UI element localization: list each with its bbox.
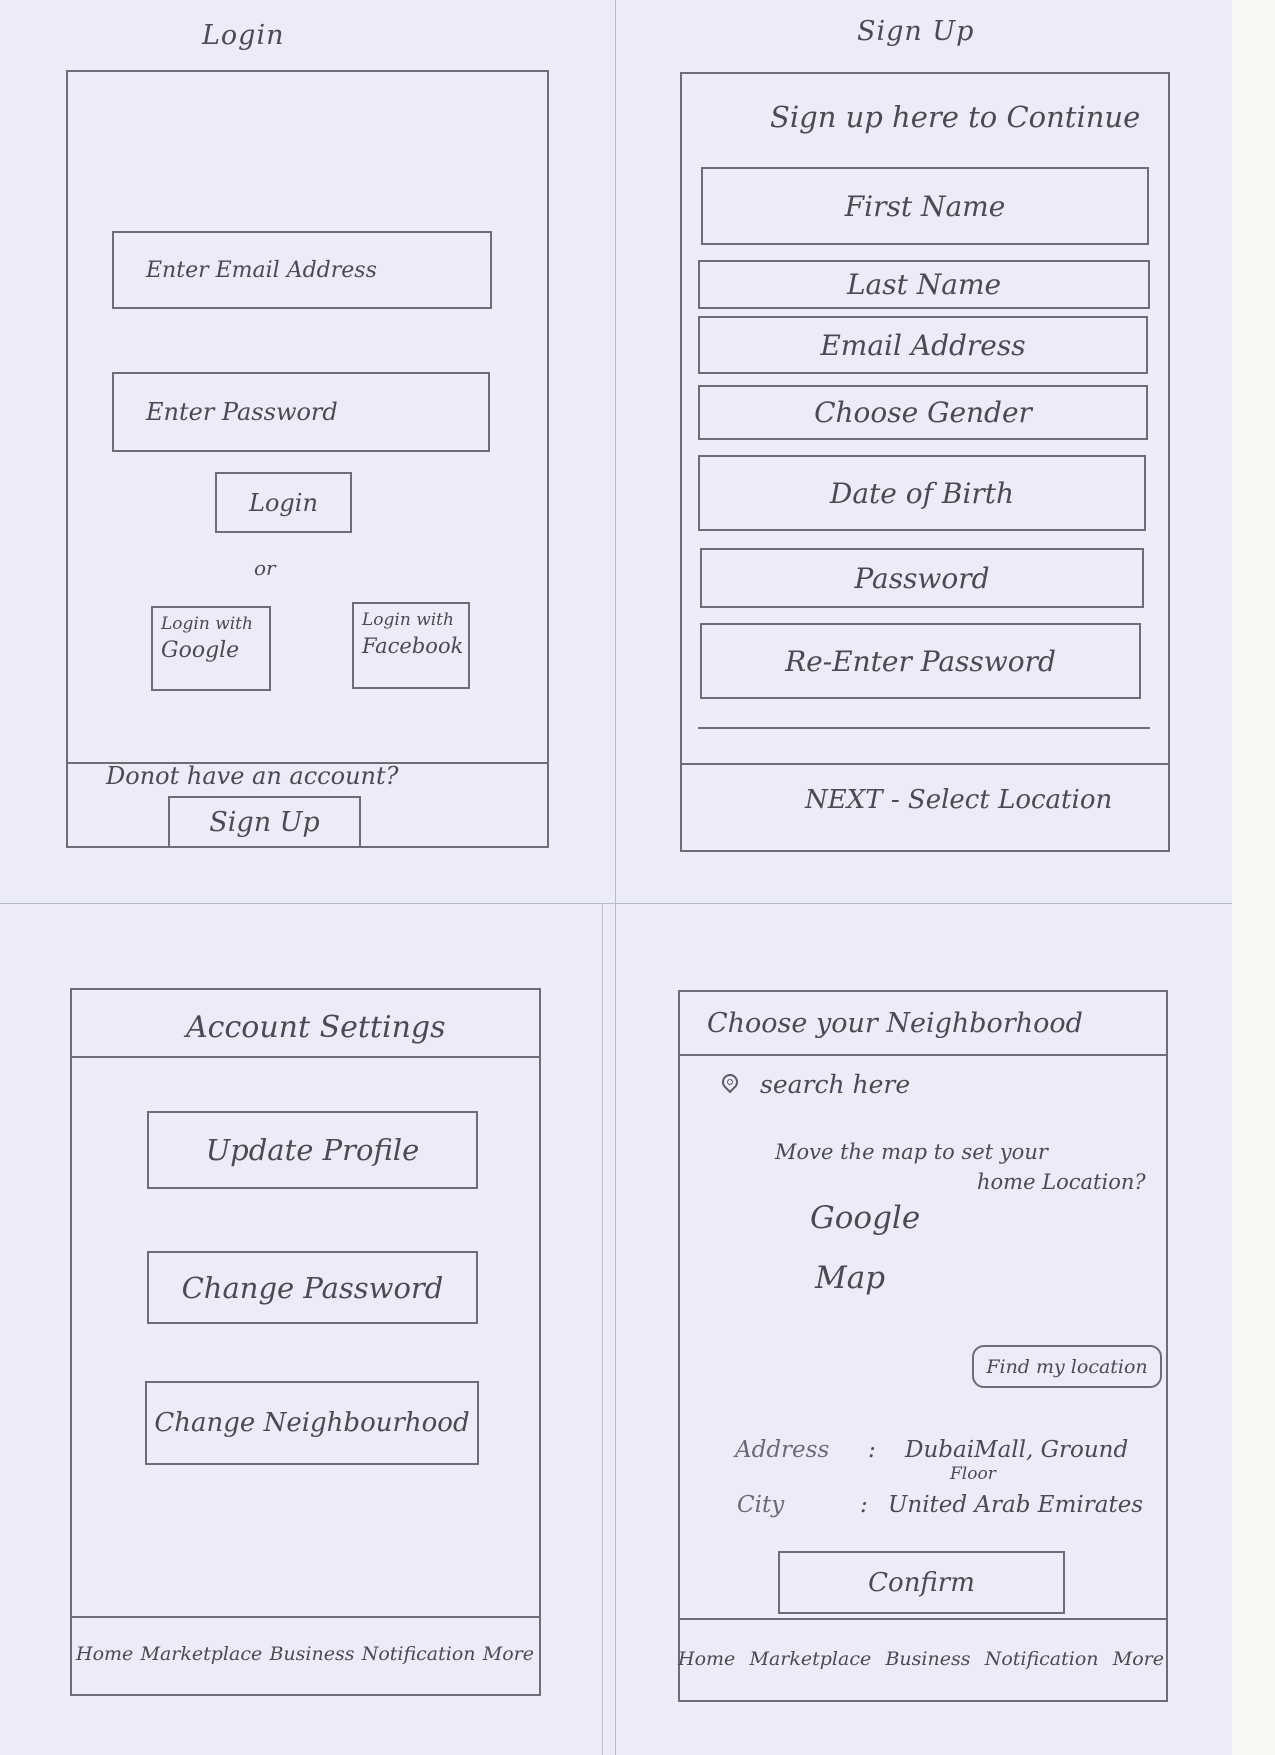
- paper-edge: [1232, 0, 1275, 1755]
- update-profile-button[interactable]: Update Profile: [147, 1111, 478, 1189]
- confirm-button[interactable]: Confirm: [778, 1551, 1065, 1614]
- find-my-location-button[interactable]: Find my location: [972, 1345, 1162, 1388]
- nav-business[interactable]: Business: [885, 1648, 970, 1670]
- signup-screen-title: Sign Up: [857, 16, 975, 47]
- or-divider: or: [254, 556, 276, 580]
- first-name-field[interactable]: First Name: [701, 167, 1149, 245]
- reenter-password-field[interactable]: Re-Enter Password: [700, 623, 1141, 699]
- account-header-divider: [70, 1056, 541, 1058]
- address-separator: :: [868, 1437, 876, 1463]
- nav-home[interactable]: Home: [678, 1648, 735, 1670]
- email-field[interactable]: Enter Email Address: [112, 231, 492, 309]
- no-account-text: Donot have an account?: [106, 762, 399, 790]
- login-button[interactable]: Login: [215, 472, 352, 533]
- date-of-birth-field[interactable]: Date of Birth: [698, 455, 1146, 531]
- nav-home[interactable]: Home: [76, 1643, 133, 1665]
- gender-select[interactable]: Choose Gender: [698, 385, 1148, 440]
- map-hint-line2: home Location?: [977, 1170, 1146, 1194]
- next-select-location-button[interactable]: NEXT - Select Location: [805, 785, 1112, 815]
- fold-line-vertical: [615, 0, 616, 1755]
- map-label-line2: Map: [815, 1260, 886, 1296]
- city-separator: :: [860, 1492, 868, 1518]
- address-value-line1: DubaiMall, Ground: [905, 1437, 1129, 1463]
- signup-password-field[interactable]: Password: [700, 548, 1144, 608]
- city-label: City: [737, 1492, 785, 1518]
- neighborhood-header-divider: [678, 1054, 1168, 1056]
- search-input[interactable]: search here: [760, 1070, 910, 1099]
- signup-link-button[interactable]: Sign Up: [168, 796, 361, 848]
- account-settings-screen: [70, 988, 541, 1696]
- account-nav-divider: [70, 1616, 541, 1618]
- change-password-button[interactable]: Change Password: [147, 1251, 478, 1324]
- account-settings-title: Account Settings: [186, 1010, 446, 1045]
- nav-notification[interactable]: Notification: [985, 1648, 1099, 1670]
- map-hint-line1: Move the map to set your: [775, 1140, 1048, 1164]
- neighborhood-nav-divider: [678, 1618, 1168, 1620]
- signup-footer-divider: [680, 763, 1170, 765]
- nav-more[interactable]: More: [483, 1643, 534, 1665]
- nav-business[interactable]: Business: [269, 1643, 354, 1665]
- login-screen: [66, 70, 549, 848]
- facebook-login-line1: Login with: [362, 610, 454, 630]
- neighborhood-bottom-nav: Home Marketplace Business Notification M…: [678, 1648, 1164, 1670]
- account-bottom-nav: Home Marketplace Business Notification M…: [76, 1643, 534, 1665]
- google-login-button[interactable]: Login with Google: [151, 606, 271, 691]
- neighborhood-title: Choose your Neighborhood: [707, 1008, 1083, 1039]
- nav-more[interactable]: More: [1113, 1648, 1164, 1670]
- signup-divider: [698, 727, 1150, 729]
- login-screen-title: Login: [202, 20, 285, 51]
- signup-subtitle: Sign up here to Continue: [770, 100, 1141, 134]
- nav-marketplace[interactable]: Marketplace: [141, 1643, 263, 1665]
- city-value: United Arab Emirates: [888, 1492, 1144, 1518]
- google-login-line1: Login with: [161, 614, 253, 634]
- map-label-line1: Google: [810, 1200, 921, 1236]
- change-neighbourhood-button[interactable]: Change Neighbourhood: [145, 1381, 479, 1465]
- google-login-line2: Google: [161, 638, 240, 663]
- signup-email-field[interactable]: Email Address: [698, 316, 1148, 374]
- fold-line-vertical-lower: [602, 903, 603, 1755]
- last-name-field[interactable]: Last Name: [698, 260, 1150, 309]
- address-value-line2: Floor: [950, 1464, 996, 1484]
- facebook-login-button[interactable]: Login with Facebook: [352, 602, 470, 689]
- nav-marketplace[interactable]: Marketplace: [750, 1648, 872, 1670]
- password-field[interactable]: Enter Password: [112, 372, 490, 452]
- address-label: Address: [735, 1437, 830, 1463]
- nav-notification[interactable]: Notification: [362, 1643, 476, 1665]
- fold-line-horizontal: [0, 903, 1232, 904]
- facebook-login-line2: Facebook: [362, 634, 464, 658]
